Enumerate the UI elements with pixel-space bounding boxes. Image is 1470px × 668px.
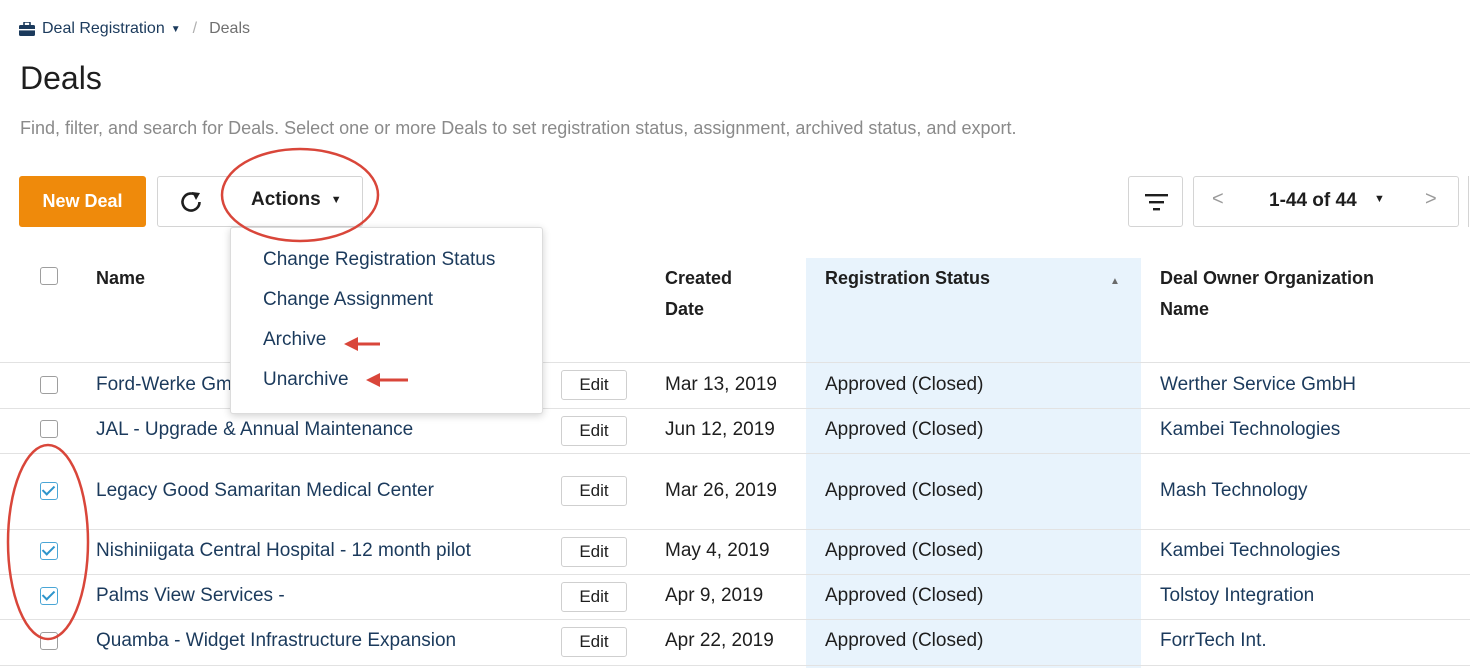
- refresh-icon[interactable]: [176, 187, 206, 217]
- registration-status: Approved (Closed): [825, 540, 984, 561]
- row-divider: [0, 453, 1470, 454]
- header-line: Date: [665, 299, 705, 319]
- registration-status: Approved (Closed): [825, 374, 984, 395]
- breadcrumb-current: Deals: [209, 20, 250, 37]
- header-line: Created: [665, 268, 733, 288]
- sort-ascending-icon[interactable]: ▲: [1110, 276, 1120, 287]
- row-divider: [0, 665, 1470, 666]
- edit-button[interactable]: Edit: [561, 416, 627, 446]
- menu-item-change-assignment[interactable]: Change Assignment: [263, 289, 433, 311]
- registration-status: Approved (Closed): [825, 419, 984, 440]
- column-header-created[interactable]: Created Date: [665, 263, 732, 325]
- edit-button[interactable]: Edit: [561, 582, 627, 612]
- created-date: Mar 26, 2019: [665, 480, 777, 501]
- owner-organization-link[interactable]: Werther Service GmbH: [1160, 374, 1356, 396]
- actions-label: Actions: [251, 189, 321, 210]
- row-checkbox-checked[interactable]: [40, 542, 58, 560]
- chevron-down-icon[interactable]: ▼: [1374, 193, 1385, 205]
- annotation-overlay: [6, 147, 408, 641]
- deal-name-link[interactable]: Palms View Services -: [96, 585, 285, 607]
- owner-organization-link[interactable]: ForrTech Int.: [1160, 630, 1267, 652]
- registration-status: Approved (Closed): [825, 480, 984, 501]
- page-subtitle: Find, filter, and search for Deals. Sele…: [20, 118, 1017, 138]
- edit-button[interactable]: Edit: [561, 476, 627, 506]
- chevron-down-icon[interactable]: ▼: [171, 24, 181, 35]
- deal-name-link[interactable]: Quamba - Widget Infrastructure Expansion: [96, 630, 456, 652]
- menu-item-unarchive[interactable]: Unarchive: [263, 369, 349, 391]
- edit-button[interactable]: Edit: [561, 627, 627, 657]
- row-divider: [0, 362, 1470, 363]
- header-line: Name: [1160, 299, 1210, 319]
- edit-button[interactable]: Edit: [561, 537, 627, 567]
- edit-button[interactable]: Edit: [561, 370, 627, 400]
- row-checkbox-checked[interactable]: [40, 587, 58, 605]
- pager-next-icon[interactable]: >: [1425, 188, 1437, 211]
- menu-item-archive[interactable]: Archive: [263, 329, 326, 351]
- row-checkbox[interactable]: [40, 420, 58, 438]
- new-deal-button[interactable]: New Deal: [19, 176, 146, 227]
- filter-icon: [1145, 194, 1168, 211]
- created-date: Jun 12, 2019: [665, 419, 775, 440]
- column-header-owner[interactable]: Deal Owner Organization Name: [1160, 263, 1374, 325]
- briefcase-icon: [19, 22, 35, 36]
- breadcrumb-separator: /: [192, 20, 198, 37]
- row-divider: [0, 408, 1470, 409]
- page-title: Deals: [20, 60, 102, 96]
- registration-status: Approved (Closed): [825, 630, 984, 651]
- filter-button[interactable]: [1128, 176, 1183, 227]
- breadcrumb-section[interactable]: Deal Registration: [42, 20, 165, 38]
- chevron-down-icon: ▼: [330, 194, 342, 206]
- header-line: Deal Owner Organization: [1160, 268, 1375, 288]
- deal-name-link[interactable]: Ford-Werke Gm: [96, 374, 232, 396]
- row-checkbox[interactable]: [40, 376, 58, 394]
- column-header-status[interactable]: Registration Status: [825, 263, 990, 294]
- created-date: Mar 13, 2019: [665, 374, 777, 395]
- breadcrumb: Deal Registration ▼ / Deals: [19, 20, 250, 38]
- column-header-name[interactable]: Name: [96, 263, 145, 294]
- row-divider: [0, 619, 1470, 620]
- owner-organization-link[interactable]: Kambei Technologies: [1160, 419, 1340, 441]
- deal-name-link[interactable]: Legacy Good Samaritan Medical Center: [96, 480, 434, 502]
- owner-organization-link[interactable]: Mash Technology: [1160, 480, 1308, 502]
- owner-organization-link[interactable]: Tolstoy Integration: [1160, 585, 1314, 607]
- row-checkbox[interactable]: [40, 632, 58, 650]
- row-divider: [0, 574, 1470, 575]
- created-date: Apr 9, 2019: [665, 585, 764, 606]
- row-divider: [0, 529, 1470, 530]
- deal-name-link[interactable]: Nishiniigata Central Hospital - 12 month…: [96, 540, 471, 562]
- created-date: May 4, 2019: [665, 540, 770, 561]
- select-all-checkbox[interactable]: [40, 267, 58, 285]
- created-date: Apr 22, 2019: [665, 630, 774, 651]
- menu-item-change-registration-status[interactable]: Change Registration Status: [263, 249, 495, 271]
- pager-prev-icon[interactable]: <: [1212, 188, 1224, 211]
- registration-status: Approved (Closed): [825, 585, 984, 606]
- pager-range[interactable]: 1-44 of 44: [1269, 190, 1357, 212]
- row-checkbox-checked[interactable]: [40, 482, 58, 500]
- actions-dropdown-button[interactable]: Actions ▼: [251, 189, 342, 211]
- deal-name-link[interactable]: JAL - Upgrade & Annual Maintenance: [96, 419, 413, 441]
- owner-organization-link[interactable]: Kambei Technologies: [1160, 540, 1340, 562]
